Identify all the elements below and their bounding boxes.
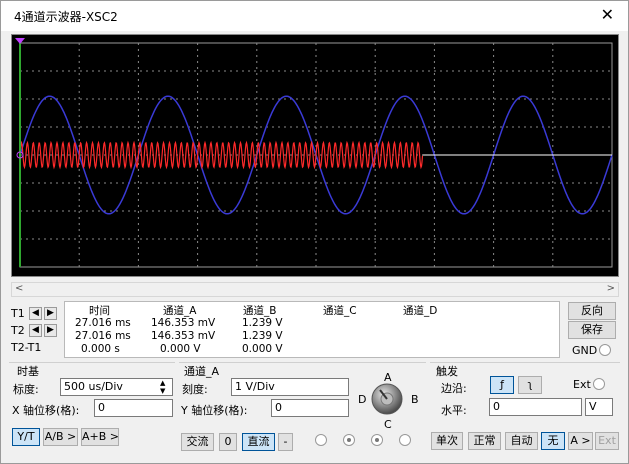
- dc-coupling-button[interactable]: 直流: [242, 433, 275, 451]
- scope-plot: [15, 38, 613, 268]
- t1-channel-b: 1.239 V: [242, 317, 283, 329]
- header-time: 时间: [89, 305, 110, 317]
- header-channel-b: 通道_B: [243, 305, 277, 317]
- oscilloscope-window: 4通道示波器-XSC2 ✕ < > T1 ◀ ▶ T2 ◀ ▶ T2-T1 时间…: [0, 0, 629, 464]
- trigger-source-button[interactable]: A >: [568, 432, 593, 450]
- cursor-t2t1-label: T2-T1: [11, 340, 42, 354]
- ac-coupling-button[interactable]: 交流: [181, 433, 214, 451]
- channel-selector-knob[interactable]: [370, 382, 404, 416]
- timebase-scale-label: 标度:: [13, 383, 39, 396]
- timebase-scale-field[interactable]: 500 us/Div: [60, 378, 173, 396]
- a-plus-b-mode-button[interactable]: A+B >: [81, 428, 119, 446]
- title-bar: 4通道示波器-XSC2 ✕: [1, 1, 628, 31]
- t1-left-button[interactable]: ◀: [29, 306, 42, 320]
- level-field[interactable]: 0: [489, 398, 582, 416]
- channel-title: 通道_A: [184, 365, 220, 378]
- auto-mode-button[interactable]: 自动: [505, 432, 538, 450]
- knob-label-c: C: [384, 418, 392, 431]
- x-position-field[interactable]: 0: [94, 399, 173, 417]
- rising-edge-button[interactable]: ƒ: [490, 376, 514, 394]
- channel-radio-3[interactable]: [371, 434, 383, 446]
- header-channel-a: 通道_A: [163, 305, 197, 317]
- scroll-left-icon[interactable]: <: [15, 283, 23, 294]
- channel-radio-4[interactable]: [399, 434, 411, 446]
- channel-radio-1[interactable]: [315, 434, 327, 446]
- channel-scale-label: 刻度:: [182, 383, 208, 396]
- cursor-controls: T1 ◀ ▶ T2 ◀ ▶ T2-T1: [11, 305, 59, 356]
- zero-coupling-button[interactable]: 0: [219, 433, 237, 451]
- measurement-table: 时间 通道_A 通道_B 通道_C 通道_D 27.016 ms 146.353…: [64, 301, 560, 358]
- cursor-t1-label: T1: [11, 306, 25, 320]
- t2-channel-a: 146.353 mV: [151, 330, 216, 342]
- normal-mode-button[interactable]: 正常: [468, 432, 501, 450]
- invert-button[interactable]: -: [278, 433, 293, 451]
- y-position-field[interactable]: 0: [271, 399, 349, 417]
- ext-label: Ext: [573, 378, 591, 391]
- spinner-icon[interactable]: ▲ ▼: [160, 379, 165, 395]
- ext-radio[interactable]: [593, 378, 605, 390]
- t2-right-button[interactable]: ▶: [44, 323, 57, 337]
- edge-label: 边沿:: [441, 382, 467, 395]
- close-icon[interactable]: ✕: [601, 5, 614, 24]
- ab-mode-button[interactable]: A/B >: [43, 428, 78, 446]
- single-mode-button[interactable]: 单次: [431, 432, 463, 450]
- diff-channel-b: 0.000 V: [242, 343, 283, 355]
- t2-left-button[interactable]: ◀: [29, 323, 42, 337]
- falling-edge-button[interactable]: ʅ: [518, 376, 542, 394]
- reverse-button[interactable]: 反向: [568, 302, 616, 320]
- trigger-title: 触发: [436, 365, 458, 378]
- t2-time: 27.016 ms: [75, 330, 131, 342]
- t2-channel-b: 1.239 V: [242, 330, 283, 342]
- header-channel-c: 通道_C: [323, 305, 357, 317]
- scope-display: [11, 34, 619, 277]
- window-title: 4通道示波器-XSC2: [14, 10, 118, 24]
- t1-channel-a: 146.353 mV: [151, 317, 216, 329]
- cursor-t2-label: T2: [11, 323, 25, 337]
- level-label: 水平:: [441, 404, 467, 417]
- yt-mode-button[interactable]: Y/T: [12, 428, 40, 446]
- channel-scale-field[interactable]: 1 V/Div: [231, 378, 349, 396]
- x-position-label: X 轴位移(格):: [12, 404, 80, 417]
- save-button[interactable]: 保存: [568, 321, 616, 339]
- diff-channel-a: 0.000 V: [160, 343, 201, 355]
- diff-time: 0.000 s: [81, 343, 120, 355]
- gnd-radio[interactable]: [599, 344, 611, 356]
- level-unit-field[interactable]: V: [585, 398, 613, 416]
- t1-right-button[interactable]: ▶: [44, 306, 57, 320]
- gnd-label: GND: [572, 344, 598, 357]
- ext-trigger-button[interactable]: Ext: [595, 432, 619, 450]
- scroll-right-icon[interactable]: >: [607, 283, 615, 294]
- knob-label-b: B: [411, 393, 419, 406]
- y-position-label: Y 轴位移(格):: [181, 404, 248, 417]
- knob-label-d: D: [358, 393, 367, 406]
- header-channel-d: 通道_D: [403, 305, 438, 317]
- none-mode-button[interactable]: 无: [541, 432, 565, 450]
- timebase-title: 时基: [17, 365, 39, 378]
- horizontal-scrollbar[interactable]: < >: [11, 282, 619, 297]
- t1-time: 27.016 ms: [75, 317, 131, 329]
- channel-radio-2[interactable]: [343, 434, 355, 446]
